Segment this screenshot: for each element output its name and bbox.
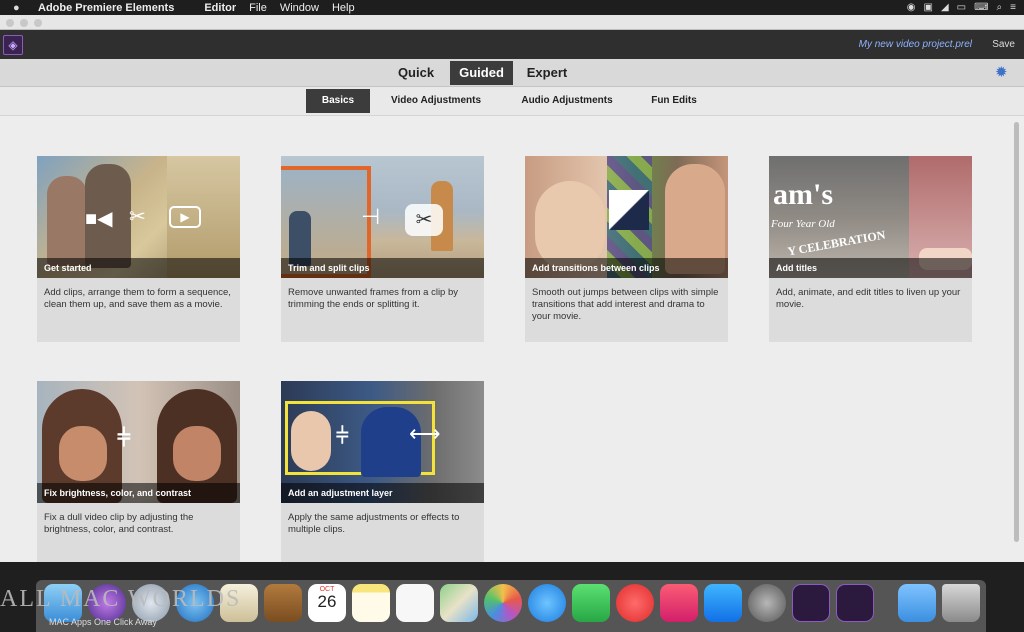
resize-arrows-icon: ⟷ (409, 421, 441, 446)
status-icons: ◉ ▣ ◢ ▭ ⌨ ⌕ ≡ (907, 0, 1016, 15)
card-title: Get started (37, 258, 240, 278)
guided-card-trim-split[interactable]: ⊣ ✂ Trim and split clips Remove unwanted… (281, 156, 484, 342)
apple-icon[interactable]: ● (13, 2, 27, 14)
guided-card-transitions[interactable]: Add transitions between clips Smooth out… (525, 156, 728, 342)
play-icon: ▶ (169, 206, 201, 228)
photos-icon[interactable] (484, 584, 522, 622)
settings-gear-icon[interactable]: ✹ (995, 65, 1010, 80)
app-menu[interactable]: Adobe Premiere Elements (38, 2, 174, 14)
title-text-overlay-line2: Four Year Old (771, 218, 835, 230)
watermark-logo: ALL MAC WORLDS (0, 586, 242, 612)
card-description: Smooth out jumps between clips with simp… (532, 287, 719, 322)
facetime-icon[interactable] (572, 584, 610, 622)
tab-basics[interactable]: Basics (306, 89, 370, 113)
contacts-icon[interactable] (264, 584, 302, 622)
app-header: ◈ My new video project.prel Save (0, 30, 1024, 59)
card-description: Fix a dull video clip by adjusting the b… (44, 512, 194, 535)
card-title: Trim and split clips (281, 258, 484, 278)
notes-icon[interactable] (352, 584, 390, 622)
airport-icon[interactable]: ◢ (941, 2, 949, 13)
keyboard-icon[interactable]: ⌨ (974, 2, 988, 13)
tab-fun-edits[interactable]: Fun Edits (638, 89, 710, 113)
system-preferences-icon[interactable] (748, 584, 786, 622)
card-description: Add clips, arrange them to form a sequen… (44, 287, 231, 310)
notification-icon[interactable]: ▣ (924, 2, 933, 13)
premiere-elements-icon[interactable] (792, 584, 830, 622)
downloads-folder-icon[interactable] (898, 584, 936, 622)
save-button[interactable]: Save (992, 39, 1015, 50)
guided-card-titles[interactable]: am's Four Year Old Y CELEBRATION Add tit… (769, 156, 972, 342)
premiere-elements-logo-icon[interactable]: ◈ (3, 35, 23, 55)
card-description: Apply the same adjustments or effects to… (288, 512, 460, 535)
tab-quick[interactable]: Quick (389, 61, 443, 85)
calendar-day: 26 (317, 592, 337, 611)
premiere-elements-editor-icon[interactable] (836, 584, 874, 622)
close-window-icon[interactable] (6, 19, 14, 27)
menu-list-icon[interactable]: ≡ (1010, 2, 1016, 13)
card-title: Add transitions between clips (525, 258, 728, 278)
title-text-overlay-line3: Y CELEBRATION (786, 227, 887, 259)
card-title: Fix brightness, color, and contrast (37, 483, 240, 503)
adjust-sliders-icon: ⫩ (117, 425, 131, 452)
macos-menubar: ● Adobe Premiere Elements Editor File Wi… (0, 0, 1024, 15)
minimize-window-icon[interactable] (20, 19, 28, 27)
scissors-icon: ✂ (405, 204, 443, 236)
search-icon[interactable]: ⌕ (997, 2, 1003, 13)
card-title: Add titles (769, 258, 972, 278)
reminders-icon[interactable] (396, 584, 434, 622)
menu-help[interactable]: Help (332, 2, 355, 14)
creative-cloud-icon[interactable]: ◉ (907, 2, 916, 13)
menu-editor[interactable]: Editor (204, 2, 236, 14)
news-icon[interactable] (616, 584, 654, 622)
tab-expert[interactable]: Expert (519, 61, 575, 85)
video-camera-icon: ■◀ (85, 208, 113, 230)
app-store-icon[interactable] (704, 584, 742, 622)
guided-content-area: ■◀ ✂ ▶ Get started Add clips, arrange th… (0, 116, 1024, 562)
title-text-overlay: am's (773, 178, 833, 211)
guided-card-fix-brightness[interactable]: ⫩ Fix brightness, color, and contrast Fi… (37, 381, 240, 562)
display-icon[interactable]: ▭ (957, 2, 966, 13)
transition-icon (609, 190, 649, 230)
guided-card-adjustment-layer[interactable]: ⫩ ⟷ Add an adjustment layer Apply the sa… (281, 381, 484, 562)
trash-icon[interactable] (942, 584, 980, 622)
vertical-scrollbar[interactable] (1014, 122, 1019, 542)
adjust-sliders-icon: ⫩ (336, 423, 349, 448)
card-description: Remove unwanted frames from a clip by tr… (288, 287, 459, 310)
guided-category-bar: Basics Video Adjustments Audio Adjustmen… (0, 87, 1024, 116)
card-title: Add an adjustment layer (281, 483, 484, 503)
tab-guided[interactable]: Guided (450, 61, 513, 85)
tab-video-adjustments[interactable]: Video Adjustments (380, 89, 492, 113)
card-description: Add, animate, and edit titles to liven u… (776, 287, 961, 310)
watermark-tagline: MAC Apps One Click Away (49, 617, 157, 627)
guided-card-get-started[interactable]: ■◀ ✂ ▶ Get started Add clips, arrange th… (37, 156, 240, 342)
menu-file[interactable]: File (249, 2, 267, 14)
mode-bar: Quick Guided Expert ✹ (0, 59, 1024, 87)
menu-window[interactable]: Window (280, 2, 319, 14)
window-titlebar (0, 15, 1024, 30)
messages-icon[interactable] (528, 584, 566, 622)
music-icon[interactable] (660, 584, 698, 622)
zoom-window-icon[interactable] (34, 19, 42, 27)
film-scissors-icon: ✂ (129, 206, 146, 228)
trim-bracket-icon: ⊣ (361, 204, 381, 229)
project-name: My new video project.prel (858, 39, 972, 50)
tab-audio-adjustments[interactable]: Audio Adjustments (510, 89, 624, 113)
calendar-icon[interactable]: OCT 26 (308, 584, 346, 622)
maps-icon[interactable] (440, 584, 478, 622)
